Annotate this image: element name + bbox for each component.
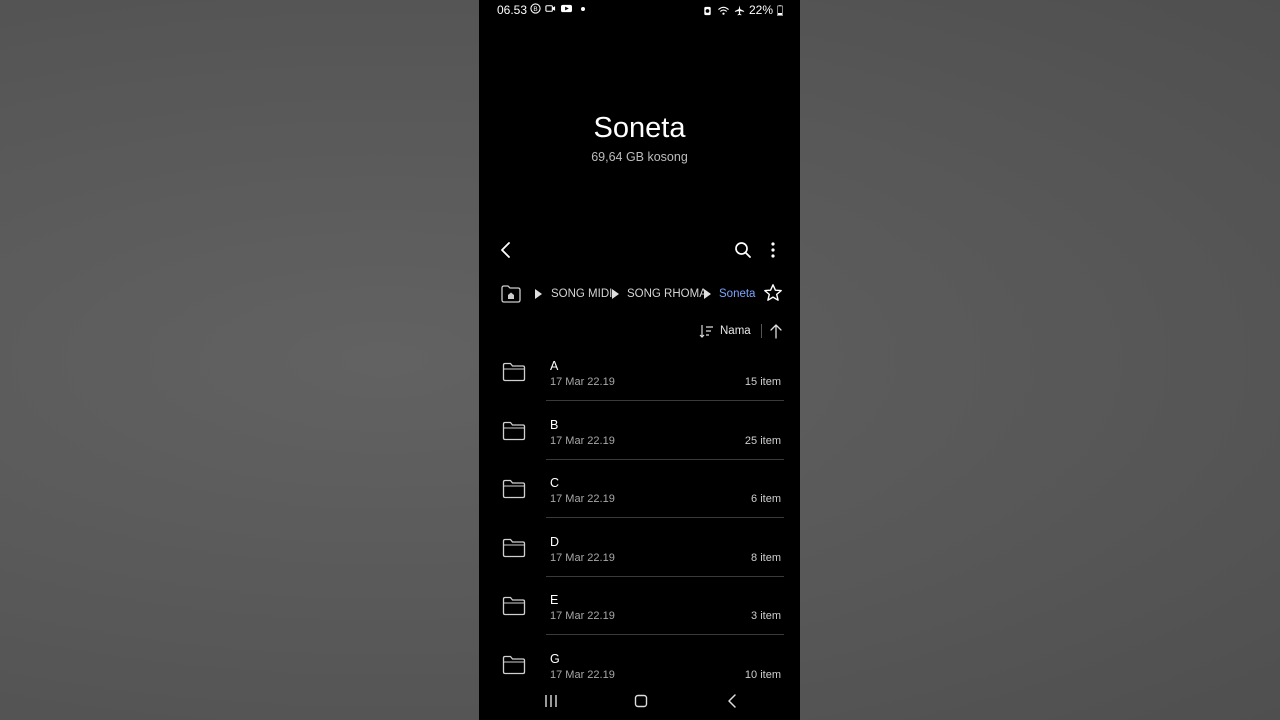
search-icon <box>735 242 751 258</box>
more-options-button[interactable] <box>759 236 787 264</box>
sort-button[interactable]: Nama <box>699 322 751 340</box>
breadcrumb-arrow-icon <box>535 289 542 299</box>
breadcrumb-song-rhoma[interactable]: SONG RHOMA <box>627 288 707 300</box>
breadcrumb: SONG MIDI SONG RHOMA Soneta <box>479 282 800 306</box>
alarm-icon <box>704 6 711 15</box>
folder-date: 17 Mar 22.19 <box>550 493 615 505</box>
folder-icon <box>502 479 526 499</box>
folder-date: 17 Mar 22.19 <box>550 376 615 388</box>
folder-item-count: 15 item <box>744 376 781 388</box>
breadcrumb-song-midi[interactable]: SONG MIDI <box>551 288 612 300</box>
breadcrumb-arrow-icon <box>612 289 619 299</box>
folder-icon <box>502 538 526 557</box>
folder-item-count: 25 item <box>744 434 781 447</box>
breadcrumb-arrow-icon <box>704 289 711 299</box>
recent-apps-button[interactable] <box>540 692 562 710</box>
folder-item-count: 3 item <box>751 610 781 622</box>
folder-item-count: 6 item <box>751 493 781 505</box>
youtube-icon <box>561 4 572 13</box>
folder-date: 17 Mar 22.19 <box>550 551 615 564</box>
chevron-left-icon <box>501 242 510 258</box>
folder-icon <box>502 655 526 674</box>
sort-divider <box>761 324 762 338</box>
folder-name: B <box>550 417 559 432</box>
folder-name: D <box>550 534 560 549</box>
folder-icon <box>502 362 526 382</box>
navigation-bar <box>479 684 800 720</box>
breadcrumb-current-folder[interactable]: Soneta <box>719 288 755 300</box>
list-item[interactable]: E 17 Mar 22.19 3 item <box>479 577 800 635</box>
battery-icon <box>777 4 783 16</box>
nav-back-button[interactable] <box>721 692 743 710</box>
list-item[interactable]: B 17 Mar 22.19 25 item <box>479 402 800 460</box>
recent-apps-icon <box>545 695 557 707</box>
home-folder-icon[interactable] <box>500 283 522 305</box>
folder-icon <box>502 596 526 616</box>
status-bar: 06.53 B 22% <box>479 0 800 20</box>
folder-name: G <box>550 651 560 666</box>
status-time: 06.53 <box>497 3 528 17</box>
folder-name: E <box>550 593 559 607</box>
free-space-label: 69,64 GB kosong <box>591 150 688 164</box>
notification-dot-icon <box>581 6 585 11</box>
favorite-star-icon[interactable] <box>763 283 783 303</box>
folder-date: 17 Mar 22.19 <box>550 610 615 622</box>
search-button[interactable] <box>729 236 757 264</box>
folder-title: Soneta <box>593 112 686 144</box>
bluetooth-b-icon: B <box>530 3 541 14</box>
sort-label: Nama <box>720 325 751 337</box>
airplane-mode-icon <box>734 4 745 15</box>
back-button[interactable] <box>492 236 520 264</box>
back-arrow-icon <box>728 694 736 708</box>
notification-icons: B <box>530 3 585 14</box>
home-icon <box>634 694 648 708</box>
folder-item-count: 8 item <box>751 551 781 564</box>
list-item[interactable]: A 17 Mar 22.19 15 item <box>479 343 800 401</box>
folder-name: C <box>550 476 560 490</box>
wifi-icon <box>718 6 729 15</box>
phone-screen: 06.53 B 22% Soneta 69,64 GB kosong SONG … <box>479 0 800 720</box>
folder-icon <box>502 421 526 440</box>
list-item[interactable]: D 17 Mar 22.19 8 item <box>479 519 800 577</box>
battery-percent: 22% <box>748 3 773 17</box>
folder-date: 17 Mar 22.19 <box>550 668 615 681</box>
svg-text:B: B <box>533 6 537 13</box>
list-item[interactable]: C 17 Mar 22.19 6 item <box>479 460 800 518</box>
more-vertical-icon <box>771 242 775 258</box>
sort-icon <box>699 325 713 338</box>
folder-item-count: 10 item <box>744 668 781 681</box>
system-icons: 22% <box>702 3 783 17</box>
home-button[interactable] <box>630 692 652 710</box>
folder-date: 17 Mar 22.19 <box>550 434 615 447</box>
arrow-up-icon[interactable] <box>768 322 784 340</box>
folder-name: A <box>550 359 559 373</box>
video-camera-icon <box>545 5 556 12</box>
